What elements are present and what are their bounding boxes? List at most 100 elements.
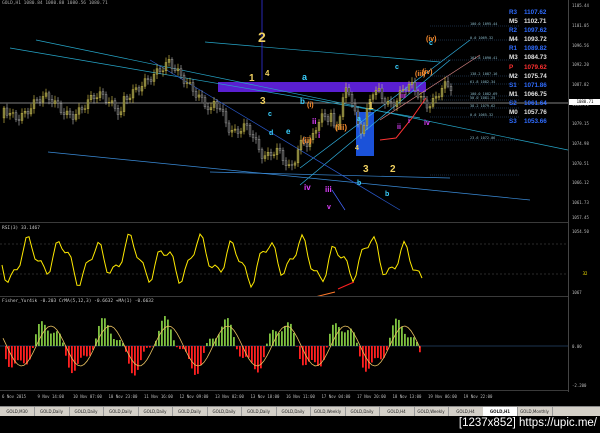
fisher-histogram-bar [53, 332, 55, 346]
chart-tab[interactable]: GOLD,Monthly [518, 407, 553, 416]
fisher-histogram-bar [344, 332, 346, 346]
chart-tab[interactable]: GOLD,M30 [0, 407, 35, 416]
fisher-histogram-bar [413, 337, 415, 346]
fisher-histogram-bar [326, 346, 328, 348]
wave-label: 4 [355, 145, 359, 152]
fisher-histogram-bar [179, 346, 181, 350]
candle-body [311, 133, 315, 140]
candle-body [263, 155, 267, 159]
fisher-histogram-bar [284, 326, 286, 346]
pivot-level-value: 1084.73 [524, 54, 547, 62]
fisher-histogram-bar [119, 339, 121, 346]
fisher-histogram-bar [176, 346, 178, 348]
fisher-histogram-bar [398, 319, 400, 346]
candle-body [410, 82, 414, 85]
fisher-histogram-bar [158, 330, 160, 346]
chart-tab[interactable]: GOLD,Daily [35, 407, 70, 416]
chart-tab[interactable]: GOLD,H4 [380, 407, 415, 416]
pivot-level-value: 1097.62 [524, 27, 547, 35]
wave-label: c [395, 64, 399, 71]
chart-tab[interactable]: GOLD,Daily [104, 407, 139, 416]
candle-body [218, 108, 222, 110]
rsi-panel[interactable]: RSI(3) 33.1467 [0, 224, 568, 298]
candle-body [242, 123, 246, 132]
fisher-histogram-bar [227, 318, 229, 346]
time-tick-label: 6 Nov 2015 [2, 394, 27, 399]
time-tick-label: 13 Nov 18:00 [250, 394, 280, 399]
candle-body [224, 111, 228, 124]
pivot-level-value: 1061.64 [524, 99, 547, 107]
candle-body [245, 123, 249, 126]
fisher-histogram-bar [374, 346, 376, 359]
candle-body [23, 111, 27, 114]
time-axis[interactable]: 6 Nov 2015 9 Nov 14:00 10 Nov 07:00 10 Nov … [0, 392, 568, 404]
pivot-level-s3: S3 1053.66 [509, 117, 567, 126]
wave-label: 3 [363, 164, 369, 175]
candle-body [260, 149, 264, 159]
candle-body [101, 91, 105, 95]
fisher-histogram-bar [200, 346, 202, 366]
price-tick-label: 1079.15 [572, 121, 589, 127]
candle-body [257, 139, 261, 150]
candle-body [104, 94, 108, 103]
fisher-histogram-bar [62, 342, 64, 346]
watermark-text: [1237x852] https://upic.me/ [458, 417, 597, 429]
trend-line [331, 189, 346, 211]
fisher-histogram-bar [191, 346, 193, 369]
candle-body [161, 70, 165, 72]
chart-tab[interactable]: GOLD,Daily [173, 407, 208, 416]
fisher-histogram-bar [266, 343, 268, 346]
pivot-level-value: 1089.82 [524, 45, 547, 53]
fib-level-label: 50.0 1081.25 [470, 96, 495, 100]
candle-body [77, 107, 81, 115]
candle-body [95, 97, 99, 100]
candle-body [317, 122, 321, 131]
candle-body [296, 149, 300, 164]
chart-tab[interactable]: GOLD,Weekly [311, 407, 346, 416]
fisher-panel[interactable]: Fisher_Yur4ik -0.203 CrMA(5,12,3) -0.663… [0, 298, 568, 391]
chart-tab[interactable]: GOLD,Daily [207, 407, 242, 416]
candle-body [167, 59, 171, 63]
fisher-histogram-bar [380, 346, 382, 360]
price-chart-panel[interactable]: 100.0 1095.44 0.0 1069.32 161.8 1090.41 138… [0, 0, 569, 223]
chart-tab[interactable]: GOLD,Daily [345, 407, 380, 416]
candle-body [341, 97, 345, 117]
candle-body [140, 86, 144, 92]
fisher-histogram-bar [134, 346, 136, 376]
candle-body [392, 102, 396, 107]
price-tick-label: 1066.12 [572, 180, 589, 186]
fisher-histogram-bar [89, 346, 91, 356]
pivot-level-key: R1 [509, 45, 518, 53]
wave-label: v [327, 204, 331, 211]
candle-body [113, 100, 117, 109]
candle-body [425, 99, 429, 109]
fisher-histogram-bar [404, 333, 406, 346]
wave-label: ii [312, 117, 316, 126]
pivot-level-value: 1057.76 [524, 109, 547, 117]
time-tick-label: 17 Nov 04:00 [321, 394, 351, 399]
chart-tab[interactable]: GOLD,Daily [138, 407, 173, 416]
candle-body [284, 160, 288, 166]
wave-label: iii [325, 185, 332, 194]
chart-tab[interactable]: GOLD,Weekly [414, 407, 449, 416]
pivot-level-p: P 1079.62 [509, 63, 567, 72]
fisher-histogram-bar [137, 346, 139, 370]
candle-body [185, 82, 189, 84]
candle-body [320, 113, 324, 123]
price-axis[interactable]: 1105.441101.051096.561092.201087.821083.… [568, 0, 600, 392]
chart-tab[interactable]: GOLD,Daily [242, 407, 277, 416]
chart-tab[interactable]: GOLD,H4 [449, 407, 484, 416]
fisher-histogram-bar [251, 346, 253, 363]
candle-body [266, 152, 270, 156]
candle-body [437, 96, 441, 98]
fisher-histogram-bar [278, 332, 280, 346]
fisher-histogram-bar [290, 323, 292, 346]
chart-tab[interactable]: GOLD,Daily [276, 407, 311, 416]
fisher-histogram-bar [161, 320, 163, 346]
candle-body [86, 99, 90, 109]
candle-body [314, 130, 318, 134]
chart-tab[interactable]: GOLD,Daily [69, 407, 104, 416]
candle-body [119, 111, 123, 115]
fib-level-label: 0.0 1065.32 [470, 113, 493, 117]
chart-tab[interactable]: GOLD,H1 [483, 407, 518, 416]
